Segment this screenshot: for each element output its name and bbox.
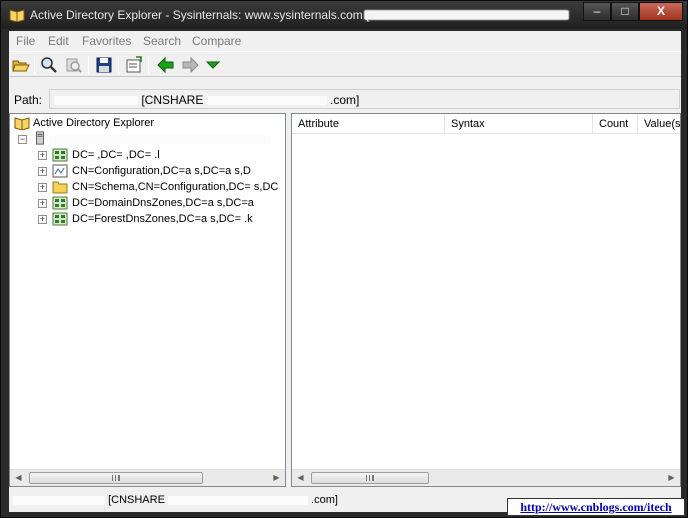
status-redacted-region xyxy=(13,495,105,505)
window-title: Active Directory Explorer - Sysinternals… xyxy=(30,8,370,22)
expand-icon[interactable]: + xyxy=(38,215,47,224)
title-redacted-region xyxy=(364,10,569,20)
menu-file[interactable]: File xyxy=(16,34,35,48)
expand-icon[interactable]: + xyxy=(38,183,47,192)
tree-node-label: CN=Configuration,DC=a s,DC=a s,D xyxy=(72,165,251,177)
tree-node-label: CN=Schema,CN=Configuration,DC= s,DC xyxy=(72,181,279,193)
path-bar: Path: [CNSHARE .com] xyxy=(9,87,681,111)
dropdown-arrow-icon[interactable] xyxy=(203,55,223,75)
app-window: Active Directory Explorer - Sysinternals… xyxy=(0,0,688,518)
scroll-left-icon[interactable]: ◀ xyxy=(292,470,309,486)
open-folder-icon[interactable] xyxy=(11,55,31,75)
attribute-list-header: Attribute Syntax Count Value(s xyxy=(292,114,680,134)
status-redacted-region xyxy=(167,495,308,505)
collapse-icon[interactable]: − xyxy=(18,135,27,144)
title-bar[interactable]: Active Directory Explorer - Sysinternals… xyxy=(1,1,687,29)
tree-node-label: DC=ForestDnsZones,DC=a s,DC= .k xyxy=(72,213,253,225)
close-button[interactable]: X xyxy=(639,2,683,21)
expand-icon[interactable]: + xyxy=(38,151,47,160)
path-field[interactable]: [CNSHARE .com] xyxy=(49,89,680,109)
scroll-right-icon[interactable]: ▶ xyxy=(268,470,285,486)
path-value-visible: [CNSHARE xyxy=(141,93,204,107)
attribute-pane[interactable]: Attribute Syntax Count Value(s ◀ ▶ xyxy=(291,113,681,487)
tree-pane[interactable]: Active Directory Explorer − + DC= ,DC= ,… xyxy=(9,113,286,487)
path-value-tail: .com] xyxy=(330,93,360,107)
maximize-button[interactable]: □ xyxy=(611,2,639,21)
toolbar xyxy=(9,51,681,77)
column-count[interactable]: Count xyxy=(593,114,638,134)
column-values[interactable]: Value(s xyxy=(638,114,680,134)
tree-node-label: DC= ,DC= ,DC= .l xyxy=(72,149,160,161)
server-icon xyxy=(36,131,44,145)
status-text: [CNSHARE .com] xyxy=(13,494,338,506)
folder-icon xyxy=(52,181,68,194)
scroll-right-icon[interactable]: ▶ xyxy=(663,470,680,486)
status-text-visible: [CNSHARE xyxy=(108,494,165,506)
toolbar-separator xyxy=(34,56,35,74)
back-arrow-icon[interactable] xyxy=(156,55,176,75)
domain-icon xyxy=(52,148,68,162)
menu-edit[interactable]: Edit xyxy=(48,34,69,48)
search-disabled-icon[interactable] xyxy=(64,55,84,75)
column-syntax[interactable]: Syntax xyxy=(445,114,593,134)
domain-icon xyxy=(52,212,68,226)
search-icon[interactable] xyxy=(39,55,59,75)
directory-tree: Active Directory Explorer − + DC= ,DC= ,… xyxy=(10,114,285,468)
client-area: File Edit Favorites Search Compare Path:… xyxy=(9,31,681,512)
configuration-icon xyxy=(52,164,68,178)
menu-bar: File Edit Favorites Search Compare xyxy=(9,31,681,51)
save-icon[interactable] xyxy=(94,55,114,75)
path-redacted-region xyxy=(206,96,327,106)
toolbar-separator xyxy=(148,56,149,74)
expand-icon[interactable]: + xyxy=(38,167,47,176)
forward-arrow-icon[interactable] xyxy=(180,55,200,75)
book-app-icon xyxy=(9,9,25,22)
properties-icon[interactable] xyxy=(124,55,144,75)
domain-icon xyxy=(52,196,68,210)
tree-root-label: Active Directory Explorer xyxy=(33,117,155,129)
toolbar-separator xyxy=(118,56,119,74)
minimize-button[interactable]: ‒ xyxy=(583,2,611,21)
tree-node-label: DC=DomainDnsZones,DC=a s,DC=a xyxy=(72,197,254,209)
tree-horizontal-scrollbar[interactable]: ◀ ▶ xyxy=(10,469,285,486)
watermark-link: http://www.cnblogs.com/itech xyxy=(507,498,685,516)
scroll-thumb[interactable] xyxy=(29,472,203,484)
book-icon xyxy=(14,117,30,130)
toolbar-separator xyxy=(88,56,89,74)
status-text-tail: .com] xyxy=(311,494,338,506)
scroll-left-icon[interactable]: ◀ xyxy=(10,470,27,486)
server-redacted-region xyxy=(50,135,270,144)
menu-compare[interactable]: Compare xyxy=(192,34,241,48)
tree-server[interactable]: − xyxy=(10,131,283,147)
scroll-thumb[interactable] xyxy=(311,472,429,484)
expand-icon[interactable]: + xyxy=(38,199,47,208)
menu-search[interactable]: Search xyxy=(143,34,181,48)
attribute-horizontal-scrollbar[interactable]: ◀ ▶ xyxy=(292,469,680,486)
window-controls: ‒ □ X xyxy=(583,2,683,21)
path-label: Path: xyxy=(14,93,43,107)
column-attribute[interactable]: Attribute xyxy=(292,114,445,134)
menu-favorites[interactable]: Favorites xyxy=(82,34,131,48)
path-redacted-region xyxy=(54,96,138,106)
